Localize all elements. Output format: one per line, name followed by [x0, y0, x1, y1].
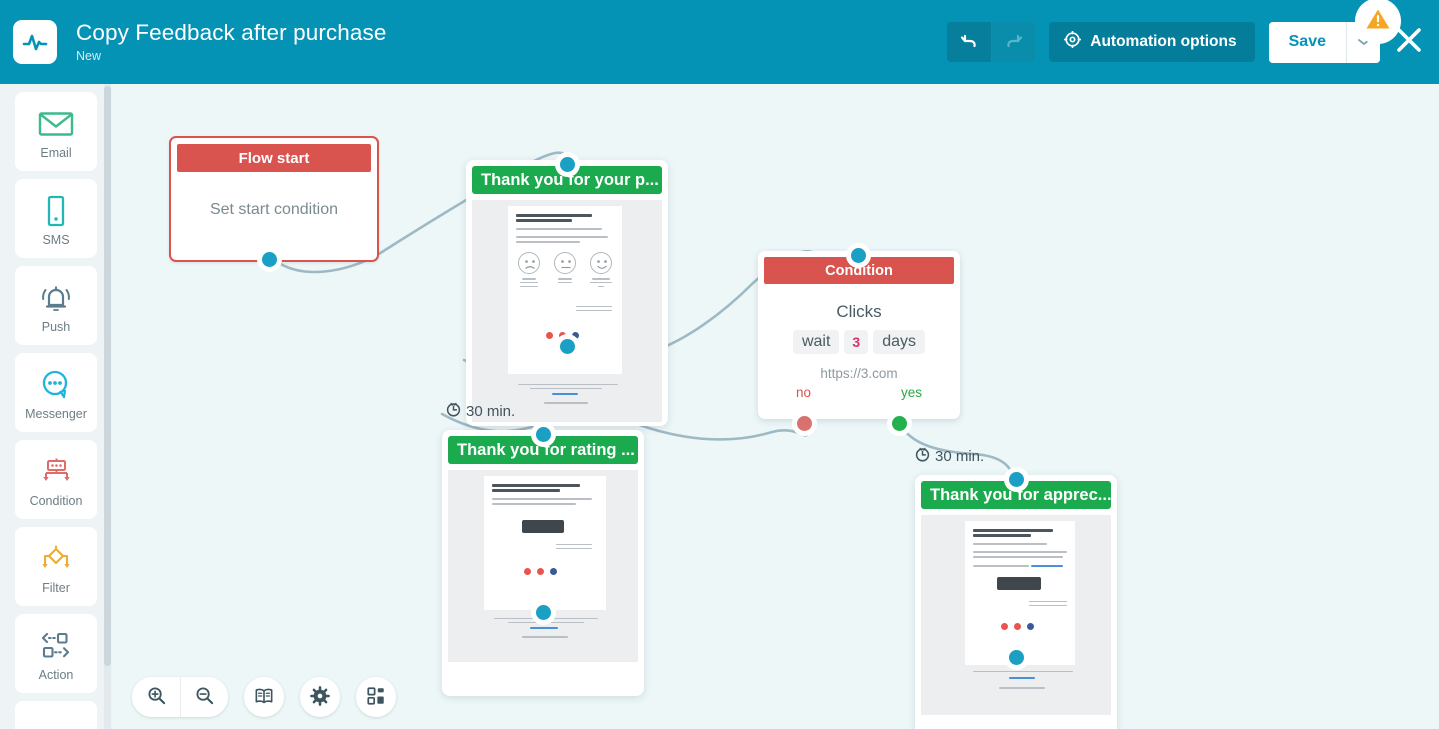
- warning-triangle-icon: [1365, 7, 1391, 36]
- gear-icon: [1064, 31, 1081, 53]
- bell-icon: [38, 278, 74, 318]
- sidebar-item-label: Messenger: [25, 407, 87, 421]
- app-header: Copy Feedback after purchase New: [0, 0, 1439, 84]
- condition-wait-value[interactable]: 3: [844, 330, 868, 354]
- undo-button[interactable]: [947, 22, 991, 62]
- connector-dot-email3-in[interactable]: [1004, 467, 1029, 492]
- phone-icon: [44, 191, 68, 231]
- node-email-2[interactable]: Thank you for rating ...: [442, 430, 644, 696]
- connector-dot-condition-no[interactable]: [792, 411, 817, 436]
- chat-bubble-icon: [40, 365, 72, 405]
- zoom-out-icon: [195, 686, 214, 708]
- split-icon: [41, 723, 71, 729]
- delay-label-email3: 30 min.: [915, 447, 984, 466]
- node-email-3[interactable]: Thank you for apprec...: [915, 475, 1117, 729]
- undo-arrow-icon: [959, 31, 979, 54]
- connector-dot-condition-in[interactable]: [846, 243, 871, 268]
- condition-split-icon: [39, 452, 73, 492]
- sidebar-item-label: Push: [42, 320, 71, 334]
- condition-url: https://3.com: [758, 366, 960, 381]
- sidebar-item-email[interactable]: Email: [15, 92, 97, 171]
- filter-diamond-icon: [39, 539, 73, 579]
- condition-wait-label: wait: [793, 330, 839, 354]
- sidebar-item-next[interactable]: [15, 701, 97, 729]
- clock-icon: [915, 447, 930, 466]
- connector-dot-email3-out[interactable]: [1004, 645, 1029, 670]
- automation-options-label: Automation options: [1090, 33, 1236, 51]
- zoom-in-button[interactable]: [132, 677, 180, 717]
- sidebar-item-sms[interactable]: SMS: [15, 179, 97, 258]
- node-email-1[interactable]: Thank you for your p...: [466, 160, 668, 426]
- save-button[interactable]: Save: [1269, 22, 1346, 63]
- connector-dot-email2-in[interactable]: [531, 422, 556, 447]
- overview-button[interactable]: [356, 677, 396, 717]
- automation-flow-editor: Copy Feedback after purchase New: [0, 0, 1439, 729]
- condition-metric: Clicks: [758, 302, 960, 322]
- sidebar-item-label: Filter: [42, 581, 70, 595]
- redo-arrow-icon: [1004, 31, 1024, 54]
- node-flow-start[interactable]: Flow start Set start condition: [169, 136, 379, 262]
- page-title: Copy Feedback after purchase: [76, 19, 386, 46]
- connector-dot-email1-out[interactable]: [555, 334, 580, 359]
- delay-text: 30 min.: [935, 448, 984, 465]
- node-condition[interactable]: Condition Clicks wait 3 days https://3.c…: [758, 251, 960, 419]
- sidebar-item-action[interactable]: Action: [15, 614, 97, 693]
- flow-status: New: [76, 47, 386, 65]
- sidebar-item-label: Action: [39, 668, 74, 682]
- history-button-group: [947, 22, 1035, 62]
- connector-dot-email2-out[interactable]: [531, 600, 556, 625]
- title-block: Copy Feedback after purchase New: [76, 19, 386, 65]
- sidebar-item-label: Email: [40, 146, 71, 160]
- sidebar-item-label: Condition: [30, 494, 83, 508]
- connector-dot-start-out[interactable]: [257, 247, 282, 272]
- condition-branches: no yes: [758, 385, 960, 400]
- sidebar-item-condition[interactable]: Condition: [15, 440, 97, 519]
- book-icon: [254, 687, 274, 708]
- zoom-in-icon: [147, 686, 166, 708]
- flow-canvas[interactable]: Flow start Set start condition Thank you…: [112, 84, 1439, 729]
- close-button[interactable]: [1393, 26, 1425, 58]
- condition-wait-row: wait 3 days: [758, 330, 960, 354]
- delay-label-email2: 30 min.: [446, 402, 515, 421]
- sidebar-scrollbar-thumb[interactable]: [104, 86, 111, 666]
- settings-button[interactable]: [300, 677, 340, 717]
- guide-button[interactable]: [244, 677, 284, 717]
- gear-icon: [310, 686, 330, 709]
- sidebar-item-label: SMS: [42, 233, 69, 247]
- close-x-icon: [1394, 25, 1424, 60]
- pulse-icon: [13, 20, 57, 64]
- zoom-button-group: [132, 677, 228, 717]
- canvas-toolbar: [132, 677, 396, 717]
- left-sidebar: Email SMS Push: [0, 84, 112, 729]
- clock-icon: [446, 402, 461, 421]
- sidebar-item-messenger[interactable]: Messenger: [15, 353, 97, 432]
- condition-days-label: days: [873, 330, 925, 354]
- email-preview: [921, 515, 1111, 715]
- header-actions: Automation options Save: [947, 0, 1439, 84]
- automation-options-button[interactable]: Automation options: [1049, 22, 1254, 62]
- connector-dot-email1-in[interactable]: [555, 152, 580, 177]
- email-preview: [472, 200, 662, 422]
- sidebar-item-push[interactable]: Push: [15, 266, 97, 345]
- action-arrows-icon: [38, 626, 74, 666]
- sidebar-item-filter[interactable]: Filter: [15, 527, 97, 606]
- connector-dot-condition-yes[interactable]: [887, 411, 912, 436]
- condition-branch-no-label: no: [796, 385, 811, 400]
- envelope-icon: [38, 104, 74, 144]
- grid-layout-icon: [366, 686, 386, 709]
- node-body-text: Set start condition: [171, 172, 377, 248]
- node-header: Flow start: [177, 144, 371, 172]
- delay-text: 30 min.: [466, 403, 515, 420]
- redo-button[interactable]: [991, 22, 1035, 62]
- condition-branch-yes-label: yes: [901, 385, 922, 400]
- email-preview: [448, 470, 638, 662]
- zoom-out-button[interactable]: [180, 677, 228, 717]
